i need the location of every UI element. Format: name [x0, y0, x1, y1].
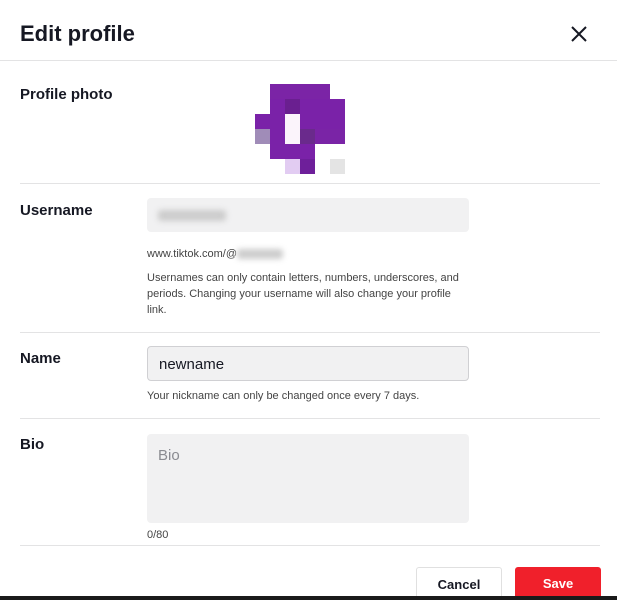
bio-input[interactable]: Bio	[147, 434, 469, 523]
bio-label: Bio	[20, 436, 45, 453]
bio-section: Bio Bio 0/80	[20, 419, 600, 546]
username-label: Username	[20, 202, 93, 219]
profile-photo-label: Profile photo	[20, 86, 113, 103]
username-hint: Usernames can only contain letters, numb…	[147, 272, 459, 316]
bottom-bar	[0, 596, 617, 600]
name-input[interactable]: newname	[147, 346, 469, 381]
profile-photo-section: Profile photo	[20, 61, 600, 184]
username-value-redacted	[158, 209, 226, 221]
close-icon[interactable]	[569, 24, 589, 44]
username-input[interactable]	[147, 198, 469, 232]
dialog-header: Edit profile	[0, 0, 617, 61]
name-section: Name newname Your nickname can only be c…	[20, 333, 600, 419]
profile-url-redacted	[237, 249, 284, 260]
profile-url: www.tiktok.com/@	[147, 246, 472, 262]
profile-url-prefix: www.tiktok.com/@	[147, 248, 238, 260]
avatar[interactable]	[255, 84, 345, 174]
name-label: Name	[20, 350, 61, 367]
name-hint: Your nickname can only be changed once e…	[147, 390, 420, 402]
bio-counter: 0/80	[147, 529, 169, 541]
dialog-title: Edit profile	[20, 21, 135, 46]
username-section: Username www.tiktok.com/@ Usernames can …	[20, 184, 600, 333]
